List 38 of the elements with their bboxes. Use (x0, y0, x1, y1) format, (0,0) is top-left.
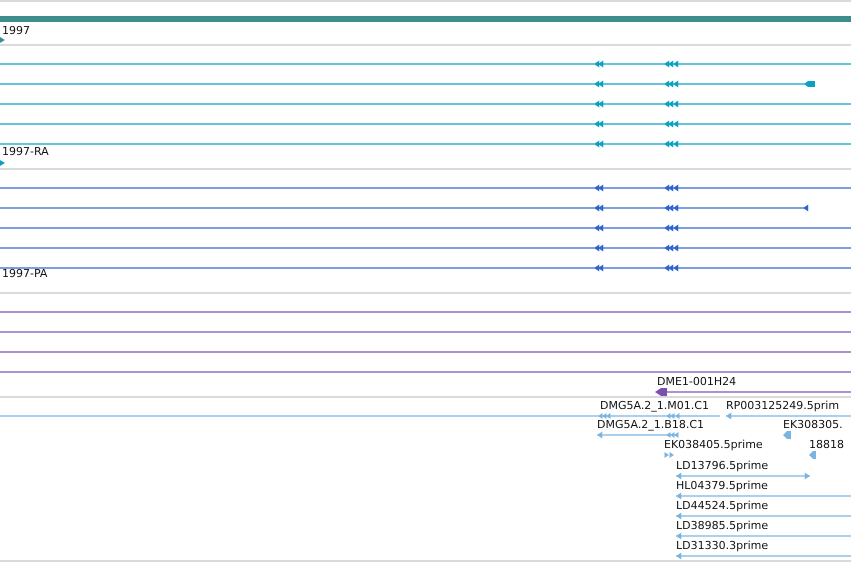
strand-arrow-icon (0, 37, 5, 43)
feature-label: LD13796.5prime (676, 459, 768, 472)
transcript-feature[interactable] (0, 60, 851, 68)
est-feature[interactable] (664, 452, 674, 458)
feature-label: 18818 (809, 438, 844, 451)
est-feature[interactable] (0, 413, 720, 419)
transcript-feature[interactable] (0, 224, 851, 232)
track-label: 1997 (2, 24, 30, 37)
feature-label: LD38985.5prime (676, 519, 768, 532)
est-feature[interactable] (676, 552, 851, 560)
clone-feature[interactable] (655, 388, 851, 396)
feature-label: DMG5A.2_1.M01.C1 (600, 399, 709, 412)
est-feature[interactable] (676, 492, 851, 500)
feature-label: HL04379.5prime (676, 479, 768, 492)
feature-label: EK038405.5prime (664, 438, 763, 451)
feature-label: RP003125249.5prim (726, 399, 840, 412)
est-feature[interactable] (597, 432, 678, 438)
transcript-feature[interactable] (0, 204, 808, 212)
est-feature[interactable] (809, 451, 816, 459)
feature-label: EK308305. (783, 418, 843, 431)
strand-arrow-icon (0, 160, 5, 166)
est-feature[interactable] (676, 472, 810, 480)
feature-label: LD44524.5prime (676, 499, 768, 512)
track-label: 1997-RA (2, 145, 49, 158)
feature-label: DME1-001H24 (657, 375, 736, 388)
est-feature[interactable] (726, 412, 851, 420)
feature-label: LD31330.3prime (676, 539, 768, 552)
transcript-feature[interactable] (0, 184, 851, 192)
est-feature[interactable] (676, 532, 851, 540)
est-feature[interactable] (783, 431, 791, 439)
transcript-feature[interactable] (0, 140, 851, 148)
transcript-feature[interactable] (0, 100, 851, 108)
est-feature[interactable] (676, 512, 851, 520)
feature-label: DMG5A.2_1.B18.C1 (597, 418, 704, 431)
transcript-feature[interactable] (0, 120, 851, 128)
transcript-feature[interactable] (0, 80, 815, 88)
track-label: 1997-PA (2, 267, 48, 280)
transcript-feature[interactable] (0, 244, 851, 252)
